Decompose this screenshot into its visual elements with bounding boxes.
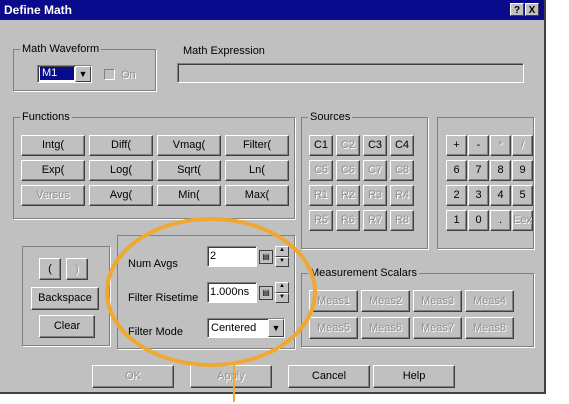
highlight-ellipse (105, 217, 317, 367)
highlight-callout (105, 217, 317, 402)
